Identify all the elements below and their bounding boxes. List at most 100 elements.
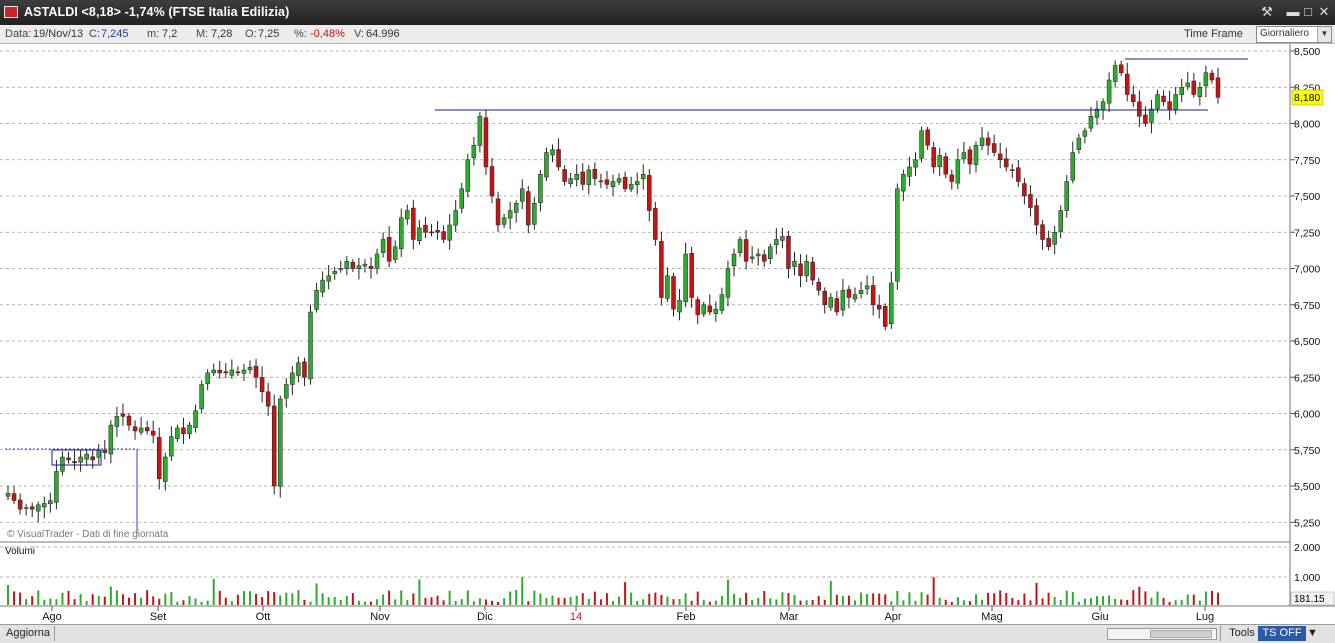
candle bbox=[423, 217, 428, 239]
date-tick-label: Dic bbox=[477, 611, 493, 623]
volume-bar bbox=[1089, 598, 1092, 605]
volume-bar bbox=[1168, 601, 1171, 605]
data-value: 19/Nov/13 bbox=[33, 28, 84, 40]
volume-bar bbox=[255, 593, 258, 605]
candle bbox=[1022, 178, 1027, 205]
candle bbox=[108, 420, 114, 464]
candle bbox=[265, 382, 271, 416]
price-tick-label: 6,250 bbox=[1294, 372, 1320, 384]
volume-bar bbox=[509, 591, 512, 605]
candle bbox=[925, 126, 930, 150]
candle bbox=[1197, 82, 1203, 106]
volume-bar bbox=[43, 599, 46, 605]
volume-bar bbox=[230, 601, 233, 605]
candle bbox=[144, 420, 150, 435]
candle bbox=[157, 427, 162, 490]
tools-button[interactable]: Tools bbox=[1220, 626, 1263, 641]
close-icon[interactable]: ✕ bbox=[1316, 4, 1332, 20]
price-chart[interactable]: 8,5008,2508,0007,7507,5007,2507,0006,750… bbox=[0, 44, 1335, 624]
volume-bar bbox=[1217, 592, 1219, 605]
volume-bar bbox=[67, 590, 70, 605]
volume-bar bbox=[19, 592, 22, 605]
volume-bar bbox=[884, 594, 887, 605]
high-value: 7,28 bbox=[211, 28, 233, 40]
minimize-icon[interactable]: ▬ bbox=[1285, 4, 1301, 20]
candle bbox=[737, 236, 743, 257]
candle bbox=[205, 369, 210, 391]
candle bbox=[1028, 185, 1033, 217]
candle bbox=[483, 110, 489, 175]
maximize-icon[interactable]: □ bbox=[1300, 4, 1316, 20]
volume-bar bbox=[1035, 582, 1038, 605]
candle bbox=[1191, 72, 1197, 98]
volume-bar bbox=[430, 597, 433, 605]
volume-bar bbox=[829, 580, 832, 605]
candle bbox=[592, 162, 598, 186]
candle bbox=[72, 450, 77, 470]
volume-panel-label: Volumi bbox=[5, 546, 35, 557]
volume-bar bbox=[860, 592, 863, 605]
chevron-down-icon[interactable]: ▼ bbox=[1317, 27, 1331, 42]
candle bbox=[217, 360, 222, 379]
volume-bar bbox=[781, 592, 784, 605]
candle bbox=[54, 460, 59, 510]
candle bbox=[1100, 98, 1106, 120]
candle bbox=[278, 395, 283, 498]
scroll-thumb[interactable] bbox=[1150, 630, 1212, 638]
date-tick-label: Apr bbox=[884, 611, 901, 623]
volume-bar bbox=[612, 601, 614, 605]
ts-off-button[interactable]: TS OFF bbox=[1258, 626, 1306, 641]
volume-bar bbox=[557, 597, 560, 605]
volume-bar bbox=[182, 600, 185, 605]
price-tick-label: 8,000 bbox=[1294, 119, 1320, 131]
volume-bar bbox=[31, 596, 34, 605]
candles bbox=[5, 60, 1221, 523]
candle bbox=[931, 141, 936, 174]
bottom-menu-icon[interactable]: ▼ bbox=[1303, 626, 1335, 641]
volume-bar bbox=[1198, 600, 1201, 605]
volume-bar bbox=[981, 599, 984, 605]
volume-bar bbox=[1156, 591, 1159, 605]
time-scrollbar[interactable] bbox=[1107, 628, 1217, 640]
volume-bar bbox=[303, 599, 306, 605]
candle bbox=[895, 183, 900, 291]
volume-bar bbox=[212, 578, 215, 605]
aggiorna-button[interactable]: Aggiorna bbox=[2, 626, 56, 641]
candle bbox=[374, 248, 380, 275]
volume-bar bbox=[575, 595, 578, 605]
volume-bar bbox=[357, 600, 360, 605]
candle bbox=[114, 406, 120, 437]
candle bbox=[284, 378, 289, 408]
candle bbox=[979, 127, 985, 151]
app-icon bbox=[4, 6, 18, 18]
volume-bar bbox=[787, 592, 790, 605]
volume-bar bbox=[932, 577, 935, 605]
timeframe-select[interactable]: Giornaliero ▼ bbox=[1256, 26, 1332, 43]
volume-bar bbox=[1047, 592, 1050, 605]
candle bbox=[235, 366, 241, 377]
volume-bar bbox=[363, 601, 366, 605]
volume-bar bbox=[890, 601, 893, 605]
volume-bar bbox=[866, 594, 869, 605]
volume-bar bbox=[315, 583, 318, 605]
candle bbox=[60, 451, 65, 476]
volume-bar bbox=[164, 593, 167, 605]
candle bbox=[120, 403, 126, 426]
chart-area[interactable]: 8,500 8,250 8,000 7,750 7,500 7,250 7,000 6,750… bbox=[0, 44, 1335, 624]
volume-bar bbox=[291, 593, 294, 605]
price-tick-label: 7,250 bbox=[1294, 227, 1320, 239]
volume-bar bbox=[993, 593, 996, 605]
volume-bar bbox=[841, 595, 844, 605]
candle bbox=[290, 366, 295, 396]
candle bbox=[441, 225, 446, 244]
candle bbox=[1118, 60, 1124, 76]
volume-bar bbox=[854, 600, 856, 605]
candle bbox=[296, 356, 301, 383]
candle bbox=[447, 214, 452, 250]
volume-bar bbox=[926, 594, 929, 605]
candle bbox=[175, 424, 180, 443]
volume-bar bbox=[7, 585, 9, 605]
tool-icon[interactable]: ⚒ bbox=[1259, 4, 1275, 20]
volume-bar bbox=[618, 596, 621, 605]
volume-bar bbox=[309, 601, 312, 605]
